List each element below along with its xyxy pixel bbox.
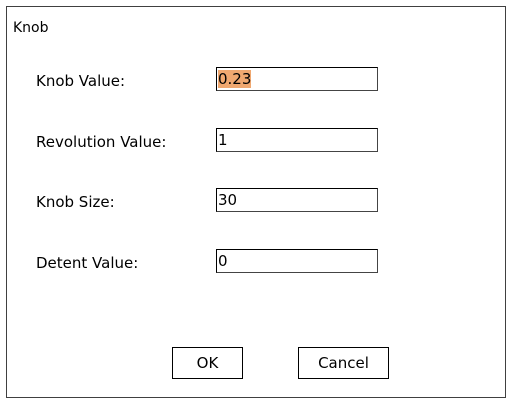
knob-value-label: Knob Value: xyxy=(36,72,126,90)
detent-value-label: Detent Value: xyxy=(36,254,139,272)
knob-size-label: Knob Size: xyxy=(36,193,115,211)
knob-value-text: 0.23 xyxy=(218,70,252,88)
revolution-value-text: 1 xyxy=(218,131,228,149)
knob-value-input[interactable]: 0.23 xyxy=(216,67,378,91)
dialog-title: Knob xyxy=(13,20,49,36)
detent-value-text: 0 xyxy=(218,252,228,270)
detent-value-input[interactable]: 0 xyxy=(216,249,378,273)
revolution-value-input[interactable]: 1 xyxy=(216,128,378,152)
knob-size-input[interactable]: 30 xyxy=(216,188,378,212)
cancel-button[interactable]: Cancel xyxy=(298,347,389,379)
revolution-value-label: Revolution Value: xyxy=(36,133,167,151)
knob-size-text: 30 xyxy=(218,191,238,209)
ok-button[interactable]: OK xyxy=(172,347,243,379)
